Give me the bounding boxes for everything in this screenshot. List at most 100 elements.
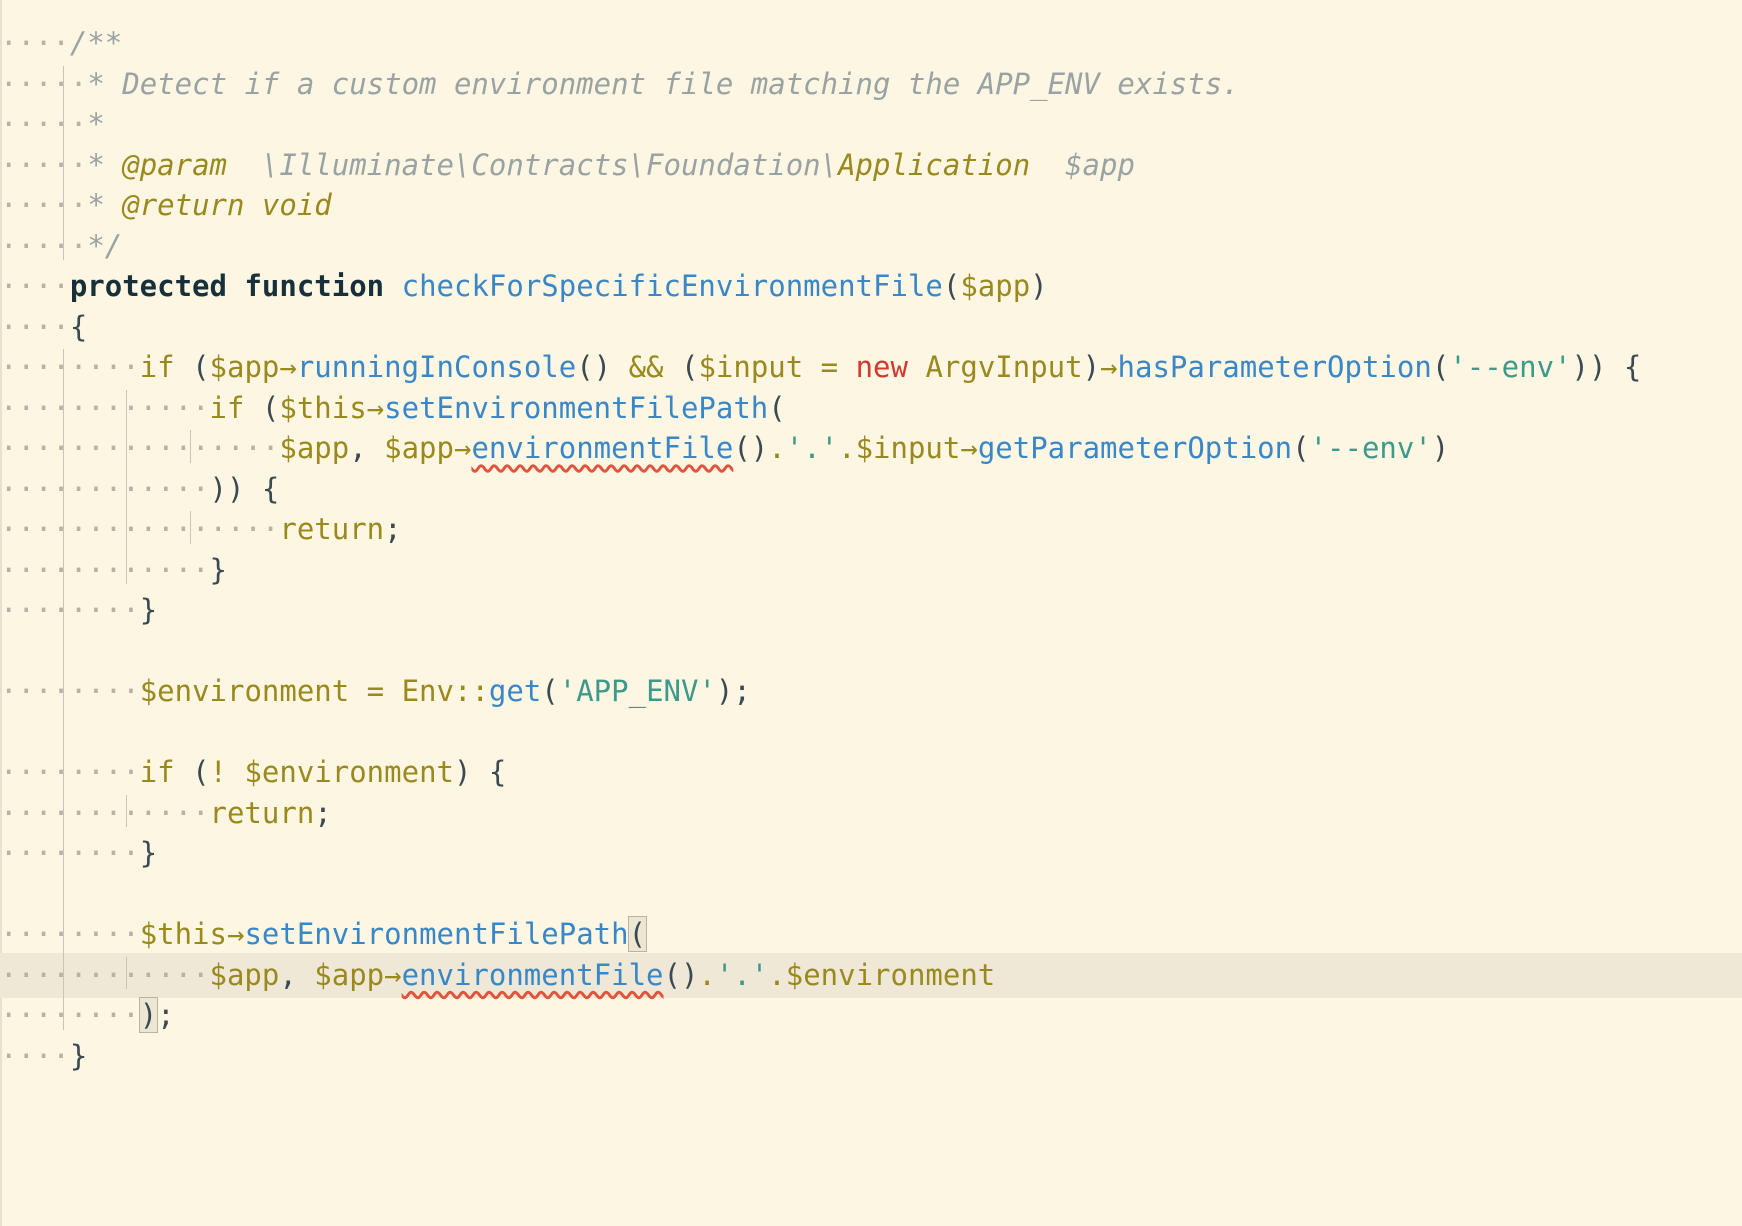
code-token: $this	[279, 390, 367, 425]
code-token: *	[87, 107, 105, 141]
whitespace-dots: ·····	[0, 66, 88, 101]
code-token: Env	[401, 674, 454, 708]
code-token: $app	[209, 957, 280, 992]
code-token: ()	[733, 431, 769, 465]
code-line[interactable]: ········$environment = Env::get('APP_ENV…	[0, 669, 1742, 714]
code-token: (	[174, 350, 210, 384]
code-token: *	[87, 147, 123, 182]
whitespace-dots: ············	[0, 471, 210, 506]
code-line[interactable]: ········}	[0, 588, 1742, 633]
whitespace-dots: ·····	[0, 228, 88, 263]
code-line[interactable]: ·····*	[0, 102, 1742, 147]
code-token: (	[244, 390, 280, 425]
code-token: →	[384, 957, 402, 992]
code-token: @param	[122, 147, 227, 182]
code-line[interactable]: ············return;	[0, 791, 1742, 836]
code-token: if	[139, 350, 175, 384]
code-line[interactable]: ·····* @return void	[0, 183, 1742, 228]
code-token: .	[698, 957, 716, 992]
code-text: ········}	[0, 831, 157, 876]
code-line[interactable]: ············$app, $app→environmentFile()…	[0, 952, 1742, 998]
code-text: ············if ($this→setEnvironmentFile…	[0, 386, 786, 431]
whitespace-dots: ········	[0, 674, 140, 708]
code-text: ·····*	[0, 102, 105, 147]
code-token: ::	[453, 674, 489, 708]
code-line[interactable]: ············}	[0, 548, 1742, 593]
code-token: */	[87, 228, 123, 263]
code-token: ,	[349, 431, 385, 465]
code-line[interactable]: ············)) {	[0, 467, 1742, 512]
code-token: .	[838, 431, 856, 465]
code-line[interactable]: ········if (! $environment) {	[0, 750, 1742, 795]
whitespace-dots: ············	[0, 795, 210, 830]
code-token: get	[488, 674, 542, 708]
code-token: )	[1030, 269, 1048, 303]
code-text: ········$this→setEnvironmentFilePath(	[0, 912, 648, 957]
whitespace-dots: ·····	[0, 188, 88, 222]
code-line[interactable]: ················return;	[0, 507, 1742, 552]
code-token: setEnvironmentFilePath	[384, 390, 769, 425]
code-token: (	[1292, 431, 1310, 465]
whitespace-dots: ····	[0, 26, 70, 60]
code-text: ·····* @return void	[0, 183, 332, 228]
whitespace-dots: ········	[0, 998, 140, 1032]
code-token: getParameterOption	[977, 431, 1293, 465]
code-token: ()	[663, 957, 699, 992]
code-line[interactable]: ····}	[0, 1034, 1742, 1079]
code-token: →	[453, 431, 472, 465]
code-token: $environment	[139, 674, 350, 708]
code-token: )	[1431, 431, 1450, 465]
code-line[interactable]: ····{	[0, 305, 1742, 350]
code-token: @return	[122, 188, 245, 222]
code-token: protected	[69, 269, 227, 303]
code-editor[interactable]: ····/** ·····* Detect if a custom environ…	[0, 0, 1742, 1226]
code-line[interactable]: ·····* Detect if a custom environment fi…	[0, 62, 1742, 107]
code-line[interactable]: ····/**	[0, 21, 1742, 66]
code-token: }	[139, 593, 158, 627]
code-token: ;	[384, 512, 402, 546]
code-token: $app	[279, 431, 350, 465]
code-token: =	[349, 674, 402, 708]
code-line[interactable]	[0, 872, 1742, 917]
whitespace-dots: ········	[0, 755, 140, 789]
indent-guide	[63, 65, 64, 260]
code-line[interactable]: ········}	[0, 831, 1742, 876]
code-line[interactable]: ············if ($this→setEnvironmentFile…	[0, 386, 1742, 431]
code-token: $app	[960, 269, 1031, 303]
code-line[interactable]	[0, 710, 1742, 755]
code-line[interactable]: ········);	[0, 993, 1742, 1038]
code-token: /**	[69, 26, 123, 60]
code-text: ········if ($app→runningInConsole() && (…	[0, 345, 1641, 390]
whitespace-dots: ········	[0, 593, 140, 627]
code-token: void	[261, 188, 332, 222]
code-token: }	[139, 836, 158, 870]
code-text: ·····* Detect if a custom environment fi…	[0, 62, 1240, 107]
code-line[interactable]	[0, 629, 1742, 674]
whitespace-dots: ············	[0, 552, 210, 587]
code-token: * Detect if a custom environment file ma…	[87, 66, 1240, 101]
code-token: →	[960, 431, 978, 465]
code-line[interactable]: ·····*/	[0, 224, 1742, 269]
code-token: if	[139, 755, 175, 789]
code-text: ········if (! $environment) {	[0, 750, 506, 795]
code-line[interactable]: ········if ($app→runningInConsole() && (…	[0, 345, 1742, 390]
code-line[interactable]: ····protected function checkForSpecificE…	[0, 264, 1742, 309]
code-token: ,	[279, 957, 315, 992]
code-token: .	[768, 957, 786, 992]
code-text: ············}	[0, 548, 227, 593]
code-token: (	[1431, 350, 1450, 384]
code-text: ················return;	[0, 507, 402, 552]
code-token: (	[174, 755, 210, 789]
code-line[interactable]: ················$app, $app→environmentFi…	[0, 426, 1742, 471]
code-token: ;	[157, 998, 175, 1032]
code-text: ·····* @param \Illuminate\Contracts\Foun…	[0, 143, 1135, 188]
code-line[interactable]: ·····* @param \Illuminate\Contracts\Foun…	[0, 143, 1742, 188]
code-token: return	[209, 795, 315, 830]
code-token: '--env'	[1309, 431, 1432, 465]
code-token: function	[244, 269, 385, 303]
code-token: !	[209, 755, 227, 789]
code-line[interactable]: ········$this→setEnvironmentFilePath(	[0, 912, 1742, 957]
